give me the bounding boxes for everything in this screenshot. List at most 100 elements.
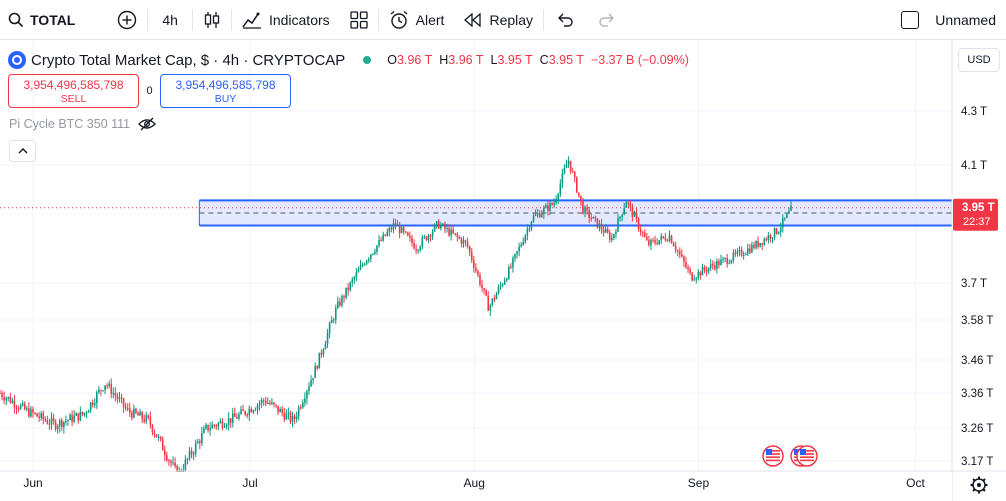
candle-body (287, 412, 290, 414)
top-toolbar: TOTAL 4h Indicators Alert Replay Unnamed (0, 0, 1006, 40)
candle-body (291, 416, 294, 422)
buy-button[interactable]: 3,954,496,585,798 BUY (160, 74, 291, 108)
candle-body (402, 227, 405, 232)
gear-tooth (982, 478, 986, 482)
candle-body (697, 271, 700, 278)
eye-hidden-icon[interactable] (138, 117, 157, 131)
candle-body (71, 414, 73, 422)
candle-body (468, 246, 471, 252)
alert-button[interactable]: Alert (379, 0, 455, 40)
candle-body (547, 205, 549, 211)
replay-button[interactable]: Replay (454, 0, 543, 40)
candles-icon (204, 11, 220, 28)
candle-body (419, 246, 422, 251)
candle-body (619, 216, 621, 219)
candle-body (676, 250, 679, 252)
candle-body (252, 410, 255, 413)
collapse-legend-button[interactable] (9, 140, 36, 162)
candle-body (347, 287, 349, 291)
candle-body (627, 202, 630, 204)
symbol-search[interactable]: TOTAL (0, 0, 85, 40)
candle-body (312, 378, 314, 381)
currency-selector[interactable]: USD (958, 48, 1000, 72)
gear-icon[interactable] (970, 476, 988, 494)
candle-body (437, 221, 440, 229)
layouts-button[interactable] (340, 0, 378, 40)
chart-type-button[interactable] (193, 0, 231, 40)
candle-body (135, 408, 137, 413)
candle-body (11, 400, 14, 403)
interval-button[interactable]: 4h (148, 0, 192, 40)
candle-body (83, 412, 86, 415)
candle-body (648, 240, 650, 246)
ohlc-key: O (387, 53, 398, 67)
candle-body (718, 261, 720, 266)
layout-name[interactable]: Unnamed (935, 12, 996, 28)
candle-body (621, 214, 623, 217)
candle-body (339, 301, 341, 306)
candle-body (215, 425, 218, 427)
candle-body (466, 241, 469, 247)
candle-body (749, 248, 751, 253)
candle-body (740, 249, 743, 256)
candle-body (782, 218, 784, 228)
candle-body (143, 418, 145, 422)
toolbar-right: Unnamed (901, 0, 1006, 40)
candle-body (586, 207, 588, 211)
indicator-legend[interactable]: Pi Cycle BTC 350 111 (9, 117, 157, 131)
candle-body (172, 462, 174, 464)
candle-body (470, 251, 473, 261)
candle-body (357, 269, 360, 273)
candle-body (454, 233, 457, 235)
candle-body (217, 423, 220, 427)
compare-button[interactable] (107, 0, 147, 40)
candle-body (429, 235, 432, 237)
candle-body (615, 231, 617, 235)
ohlc-high: 3.96 T (448, 53, 484, 67)
candle-body (58, 420, 61, 427)
candle-body (510, 266, 512, 268)
candle-body (598, 223, 601, 228)
candle-body (52, 418, 55, 422)
candle-body (691, 272, 693, 281)
candle-body (223, 426, 226, 428)
x-tick-label: Sep (688, 476, 710, 490)
candle-body (207, 424, 209, 431)
candle-body (332, 319, 335, 321)
candle-body (188, 451, 191, 459)
chevron-up-icon (18, 148, 27, 154)
candle-body (295, 416, 298, 420)
price-chart[interactable]: 4.3 T 4.1 T 3.7 T 3.58 T 3.46 T 3.36 T 3.26 T 3… (0, 40, 1006, 501)
indicators-button[interactable]: Indicators (232, 0, 340, 40)
candle-body (394, 223, 397, 226)
undo-button[interactable] (544, 0, 586, 40)
replay-label: Replay (489, 11, 534, 28)
candle-body (569, 160, 572, 172)
candle-body (479, 274, 481, 285)
ohlc-key: H (439, 53, 449, 67)
candle-body (384, 234, 387, 236)
sell-button[interactable]: 3,954,496,585,798 SELL (8, 74, 139, 108)
candle-body (578, 192, 580, 196)
candle-body (273, 402, 275, 405)
redo-button[interactable] (586, 0, 628, 40)
candle-body (145, 415, 148, 422)
candle-body (711, 264, 714, 266)
candle-body (320, 352, 323, 355)
layout-checkbox[interactable] (901, 11, 920, 29)
candle-body (174, 462, 176, 466)
candle-body (372, 253, 374, 255)
candle-body (773, 228, 776, 238)
candle-body (462, 240, 465, 244)
candle-body (746, 248, 749, 254)
y-tick-label: 3.36 T (961, 388, 993, 400)
candle-body (56, 426, 59, 430)
grid-icon (350, 10, 368, 29)
candle-body (91, 402, 94, 405)
candle-body (571, 171, 574, 173)
flag-canton (766, 449, 772, 455)
candle-body (328, 323, 331, 334)
candle-body (225, 425, 228, 427)
legend-title[interactable]: Crypto Total Market Cap, $ · 4h · CRYPTO… (31, 52, 345, 69)
candle-body (190, 451, 193, 455)
